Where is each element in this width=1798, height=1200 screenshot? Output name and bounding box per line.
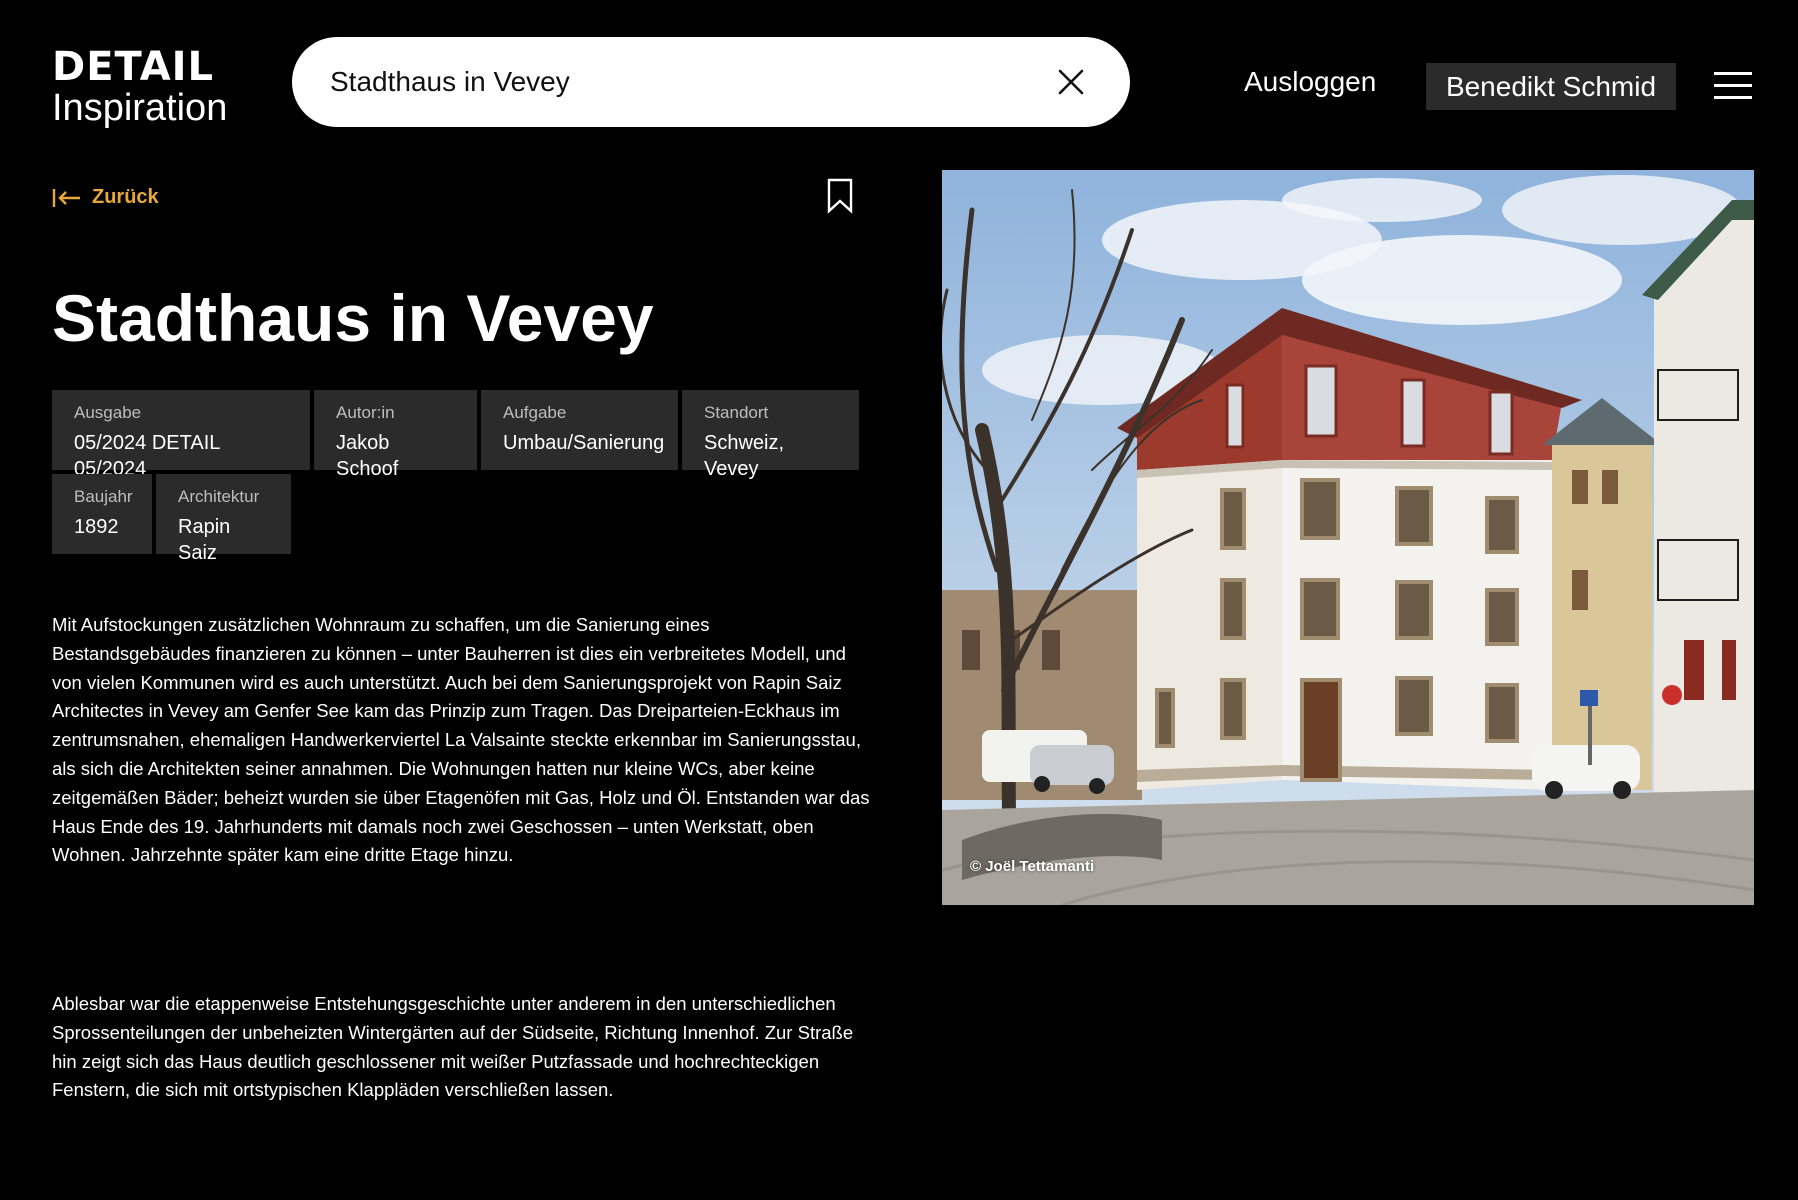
- meta-value: 1892: [74, 516, 119, 538]
- logo-wordmark: DETAIL: [52, 44, 215, 90]
- meta-value: Umbau/Sanierung: [503, 432, 665, 454]
- article-paragraph: Mit Aufstockungen zusätzlichen Wohnraum …: [52, 614, 870, 866]
- logo-subtitle: Inspiration: [52, 87, 228, 129]
- meta-value: Schweiz, Vevey: [704, 432, 785, 480]
- hamburger-menu-icon[interactable]: [1714, 70, 1752, 102]
- photo-credit: © Joël Tettamanti: [970, 858, 1095, 875]
- meta-label: Aufgabe: [503, 403, 567, 422]
- meta-label: Autor:in: [336, 403, 395, 422]
- arrow-left-bar-icon: [52, 188, 80, 207]
- meta-label: Architektur: [178, 487, 260, 506]
- search-bar: [292, 37, 1130, 127]
- meta-label: Baujahr: [74, 487, 133, 506]
- article-hero-photo[interactable]: © Joël Tettamanti: [942, 170, 1754, 905]
- meta-value: Jakob Schoof: [336, 432, 399, 480]
- article-paragraph: Ablesbar war die etappenweise Entstehung…: [52, 993, 854, 1101]
- detail-inspiration-logo[interactable]: DETAIL Inspiration: [52, 44, 242, 130]
- user-account-button[interactable]: Benedikt Schmid: [1426, 63, 1676, 110]
- article-meta-grid: Ausgabe 05/2024 DETAIL 05/2024 Autor:in …: [52, 390, 872, 564]
- meta-baujahr: Baujahr 1892: [52, 474, 152, 554]
- page-title: Stadthaus in Vevey: [52, 281, 654, 355]
- meta-standort: Standort Schweiz, Vevey: [682, 390, 859, 480]
- back-link[interactable]: Zurück: [52, 186, 159, 209]
- meta-label: Ausgabe: [74, 403, 142, 422]
- meta-architektur: Architektur Rapin Saiz: [156, 474, 291, 564]
- building-photo-illustration: [942, 170, 1754, 905]
- meta-label: Standort: [704, 403, 769, 422]
- close-icon[interactable]: [1054, 65, 1088, 99]
- bookmark-icon[interactable]: [826, 178, 854, 214]
- logout-link[interactable]: Ausloggen: [1244, 66, 1376, 98]
- search-input[interactable]: [330, 37, 1020, 127]
- meta-aufgabe: Aufgabe Umbau/Sanierung: [481, 390, 678, 470]
- meta-autor: Autor:in Jakob Schoof: [314, 390, 477, 480]
- back-label: Zurück: [92, 186, 159, 208]
- article-page: DETAIL Inspiration Ausloggen Benedikt Sc…: [0, 0, 1798, 1200]
- meta-ausgabe: Ausgabe 05/2024 DETAIL 05/2024: [52, 390, 310, 480]
- meta-value: Rapin Saiz: [178, 516, 231, 564]
